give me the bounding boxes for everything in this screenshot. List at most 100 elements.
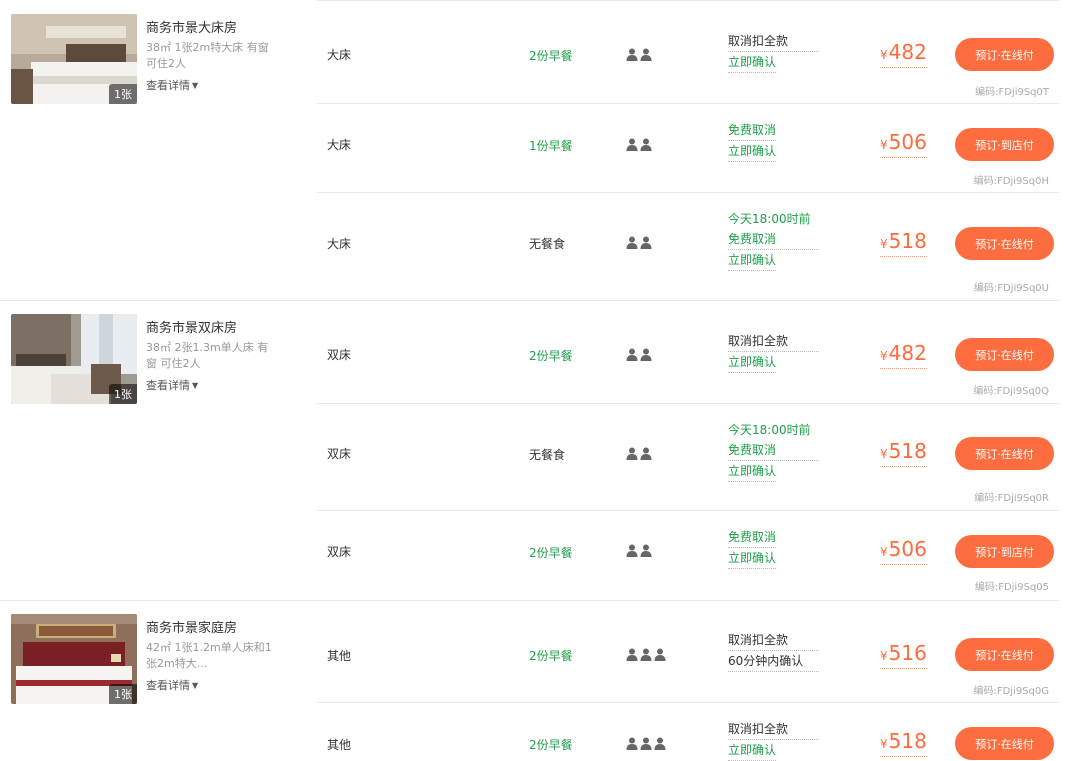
price[interactable]: ¥516 [880,641,927,669]
person-icon [626,138,638,151]
meal-plan: 2份早餐 [529,349,573,363]
bed-type: 大床 [327,237,352,251]
rate-row: 大床 1份早餐 免费取消 立即确认 ¥506 预订·到店付 编码:FDji9Sq… [317,104,1059,193]
price[interactable]: ¥506 [880,130,927,158]
rate-row: 双床 无餐食 今天18:00时前 免费取消 立即确认 ¥518 预订·在线付 编… [317,404,1059,511]
policy-confirm: 立即确认 [728,352,777,373]
bed-type: 双床 [327,447,352,461]
cancel-policy[interactable]: 今天18:00时前 免费取消 立即确认 [728,209,819,271]
policy-confirm: 立即确认 [728,461,777,482]
room-photo[interactable]: 1张 [11,614,137,704]
person-icon [626,648,638,661]
room-photo[interactable]: 1张 [11,14,137,104]
policy-line: 取消扣全款 [728,719,819,740]
policy-deadline: 今天18:00时前 [728,212,811,226]
book-button[interactable]: 预订·在线付 [955,227,1054,260]
meal-plan: 2份早餐 [529,49,573,63]
room-name[interactable]: 商务市景双床房 [146,317,237,336]
policy-confirm: 立即确认 [728,52,777,73]
guest-icons [626,544,652,557]
guest-icons [626,737,666,750]
cancel-policy[interactable]: 取消扣全款 60分钟内确认 [728,630,819,672]
person-icon [640,447,652,460]
bed-type: 双床 [327,348,352,362]
bed-type: 其他 [327,738,352,752]
room-name[interactable]: 商务市景大床房 [146,17,237,36]
price[interactable]: ¥518 [880,229,927,257]
photo-count: 1张 [109,84,137,104]
book-button[interactable]: 预订·在线付 [955,38,1054,71]
person-icon [640,737,652,750]
price[interactable]: ¥482 [880,341,927,369]
price[interactable]: ¥506 [880,537,927,565]
room-details-link[interactable]: 查看详情 ▼ [146,677,198,693]
book-button[interactable]: 预订·到店付 [955,128,1054,161]
room-description: 42㎡ 1张1.2m单人床和1张2m特大... [146,641,272,670]
room-name[interactable]: 商务市景家庭房 [146,617,237,636]
rate-code: 编码:FDji9Sq0Q [973,386,1049,397]
meal-plan: 2份早餐 [529,738,573,752]
rate-code: 编码:FDji9Sq05 [974,582,1049,593]
meal-plan: 2份早餐 [529,546,573,560]
policy-confirm: 立即确认 [728,141,777,162]
person-icon [626,737,638,750]
policy-confirm: 立即确认 [728,740,777,761]
cancel-policy[interactable]: 免费取消 立即确认 [728,527,819,569]
book-button[interactable]: 预订·在线付 [955,437,1054,470]
guest-icons [626,447,652,460]
photo-count: 1张 [109,684,137,704]
cancel-policy[interactable]: 取消扣全款 立即确认 [728,331,819,373]
policy-confirm: 60分钟内确认 [728,651,819,672]
meal-plan: 无餐食 [529,448,566,462]
policy-confirm: 立即确认 [728,548,777,569]
policy-line: 免费取消 [728,527,777,548]
price[interactable]: ¥482 [880,40,927,68]
person-icon [640,236,652,249]
caret-down-icon: ▼ [192,681,199,690]
rate-code: 编码:FDji9Sq0U [973,283,1049,294]
photo-count: 1张 [109,384,137,404]
meal-plan: 2份早餐 [529,649,573,663]
price[interactable]: ¥518 [880,439,927,467]
bed-type: 大床 [327,138,352,152]
meal-plan: 无餐食 [529,237,566,251]
room-description: 38㎡ 1张2m特大床 有窗 可住2人 [146,41,269,70]
rate-code: 编码:FDji9Sq0R [974,493,1049,504]
room-description: 38㎡ 2张1.3m单人床 有窗 可住2人 [146,341,269,370]
policy-line: 免费取消 [728,120,777,141]
guest-icons [626,138,652,151]
book-button[interactable]: 预订·到店付 [955,535,1054,568]
policy-line: 取消扣全款 [728,31,819,52]
cancel-policy[interactable]: 取消扣全款 立即确认 [728,719,819,761]
book-button[interactable]: 预订·在线付 [955,338,1054,371]
person-icon [626,544,638,557]
bed-type: 双床 [327,545,352,559]
price[interactable]: ¥518 [880,729,927,757]
cancel-policy[interactable]: 取消扣全款 立即确认 [728,31,819,73]
rate-row: 其他 2份早餐 取消扣全款 60分钟内确认 ¥516 预订·在线付 编码:FDj… [317,601,1059,703]
book-button[interactable]: 预订·在线付 [955,638,1054,671]
person-icon [626,348,638,361]
person-icon [640,48,652,61]
policy-line: 免费取消 [728,229,819,250]
book-button[interactable]: 预订·在线付 [955,727,1054,760]
room-details-link[interactable]: 查看详情 ▼ [146,377,198,393]
person-icon [640,648,652,661]
cancel-policy[interactable]: 免费取消 立即确认 [728,120,819,162]
guest-icons [626,236,652,249]
person-icon [626,236,638,249]
policy-line: 取消扣全款 [728,331,819,352]
rate-code: 编码:FDji9Sq0G [973,686,1049,697]
cancel-policy[interactable]: 今天18:00时前 免费取消 立即确认 [728,420,819,482]
room-photo[interactable]: 1张 [11,314,137,404]
person-icon [640,544,652,557]
person-icon [626,48,638,61]
rate-row: 双床 2份早餐 取消扣全款 立即确认 ¥482 预订·在线付 编码:FDji9S… [317,301,1059,404]
caret-down-icon: ▼ [192,381,199,390]
room-details-link[interactable]: 查看详情 ▼ [146,77,198,93]
bed-type: 其他 [327,649,352,663]
policy-line: 免费取消 [728,440,819,461]
person-icon [654,648,666,661]
person-icon [626,447,638,460]
guest-icons [626,48,652,61]
